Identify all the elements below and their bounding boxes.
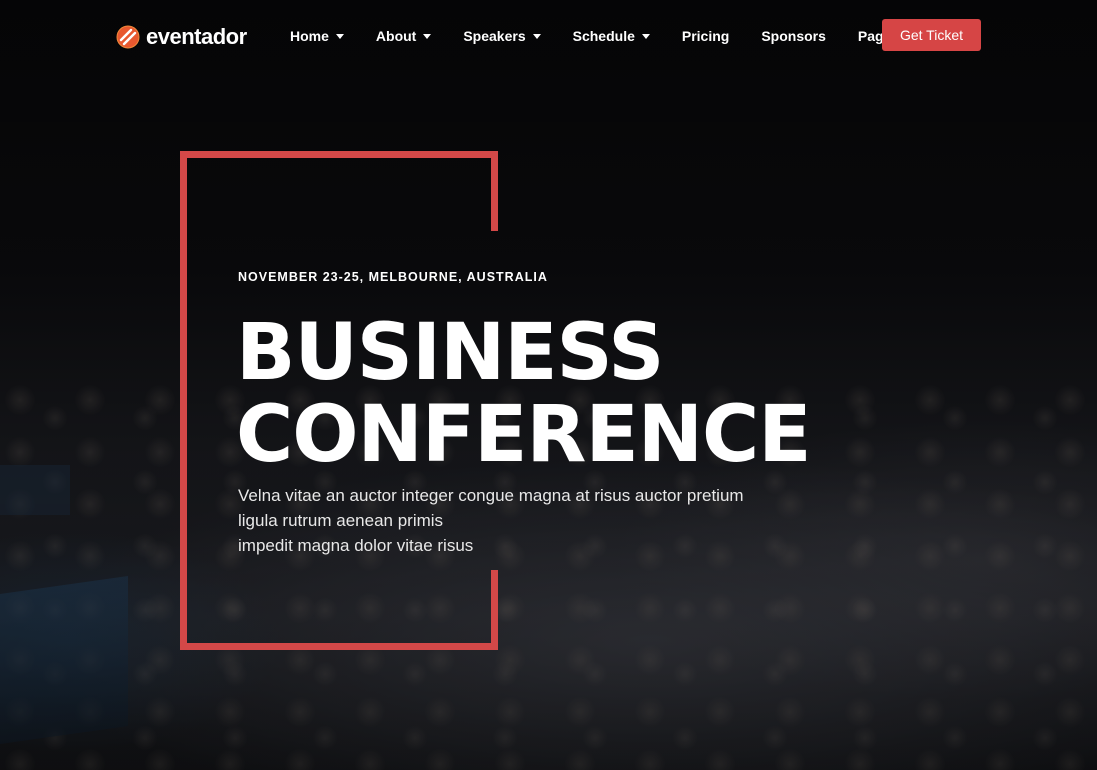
- nav-item-sponsors[interactable]: Sponsors: [761, 26, 826, 46]
- nav-item-pricing[interactable]: Pricing: [682, 26, 729, 46]
- nav-item-label: About: [375, 28, 417, 44]
- nav-item-schedule[interactable]: Schedule: [573, 26, 650, 46]
- caret-down-icon: [423, 33, 432, 39]
- hero-description-line: impedit magna dolor vitae risus: [238, 536, 474, 555]
- hero-frame-top: [180, 151, 498, 158]
- main-navigation: Home About Speakers Schedule Pricing Spo…: [290, 26, 946, 46]
- hero-description-line: Velna vitae an auctor integer congue mag…: [238, 486, 744, 505]
- brand-name: eventador: [146, 24, 247, 49]
- nav-item-home[interactable]: Home: [290, 26, 344, 46]
- caret-down-icon: [532, 33, 541, 39]
- flame-logo-icon: [116, 25, 140, 49]
- nav-item-label: Sponsors: [761, 28, 826, 44]
- hero-title-line: CONFERENCE: [236, 390, 812, 480]
- hero-frame-left: [180, 151, 187, 650]
- hero-frame-right-bottom: [491, 570, 498, 650]
- hero-description-line: ligula rutrum aenean primis: [238, 511, 444, 530]
- nav-item-label: Home: [290, 28, 329, 44]
- nav-item-label: Schedule: [572, 28, 635, 44]
- landing-page: eventador Home About Speakers Schedule P…: [0, 0, 1097, 770]
- nav-item-label: Speakers: [463, 28, 526, 44]
- caret-down-icon: [641, 33, 650, 39]
- hero-frame-right-top: [491, 151, 498, 231]
- event-date-location: NOVEMBER 23-25, MELBOURNE, AUSTRALIA: [238, 270, 548, 284]
- nav-item-label: Pricing: [681, 28, 730, 44]
- nav-item-about[interactable]: About: [375, 26, 432, 46]
- hero-title-line: BUSINESS: [236, 308, 664, 398]
- hero-description: Velna vitae an auctor integer congue mag…: [238, 483, 744, 558]
- brand-logo[interactable]: eventador: [116, 24, 247, 50]
- nav-item-speakers[interactable]: Speakers: [463, 26, 541, 46]
- caret-down-icon: [335, 33, 344, 39]
- hero-frame-bottom: [180, 643, 498, 650]
- hero-title: BUSINESS CONFERENCE: [236, 308, 812, 480]
- site-header: eventador Home About Speakers Schedule P…: [0, 0, 1097, 72]
- get-ticket-button[interactable]: Get Ticket: [882, 19, 981, 51]
